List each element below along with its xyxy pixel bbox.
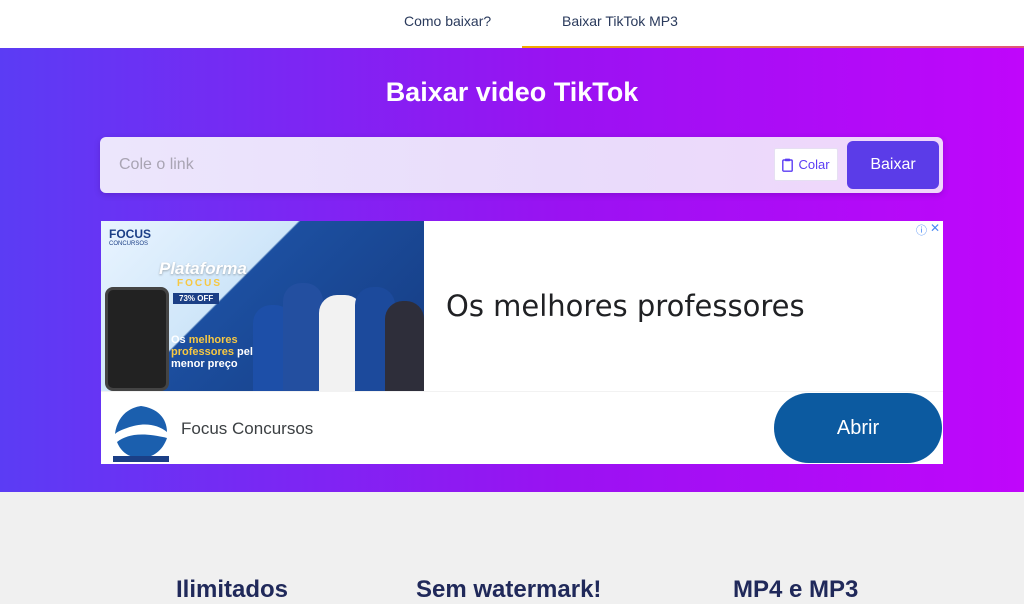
ad-promo-text: Os melhores professores pelo menor preço bbox=[171, 334, 260, 370]
paste-button[interactable]: Colar bbox=[774, 148, 838, 181]
hero-section: Baixar video TikTok Colar Baixar FOCUS C… bbox=[0, 48, 1024, 492]
ad-discount-badge: 73% OFF bbox=[173, 293, 220, 304]
top-navigation: Como baixar? Baixar TikTok MP3 bbox=[0, 0, 1024, 48]
download-button[interactable]: Baixar bbox=[847, 141, 939, 189]
ad-brand-name[interactable]: Focus Concursos bbox=[181, 419, 313, 439]
phone-illustration bbox=[105, 287, 169, 391]
page-title: Baixar video TikTok bbox=[385, 77, 639, 107]
clipboard-icon bbox=[782, 158, 794, 172]
ad-promo-title: Plataforma bbox=[159, 259, 247, 278]
features-section: Ilimitados Sem watermark! MP4 e MP3 bbox=[0, 492, 1024, 603]
teachers-photo bbox=[249, 255, 424, 391]
nav-link-how-to-download[interactable]: Como baixar? bbox=[404, 13, 491, 29]
ad-headline[interactable]: Os melhores professores bbox=[446, 289, 805, 323]
search-box: Colar Baixar bbox=[100, 137, 943, 193]
focus-brand-icon bbox=[113, 406, 169, 462]
paste-label: Colar bbox=[798, 157, 830, 172]
link-input[interactable] bbox=[100, 137, 760, 193]
ad-brand-logo: FOCUS CONCURSOS bbox=[109, 227, 151, 247]
ad-promo-subtitle: FOCUS bbox=[177, 278, 222, 289]
ad-image[interactable]: FOCUS CONCURSOS Plataforma FOCUS 73% OFF… bbox=[101, 221, 424, 391]
info-icon[interactable]: ⓘ bbox=[916, 222, 927, 238]
nav-link-tiktok-mp3[interactable]: Baixar TikTok MP3 bbox=[562, 13, 678, 29]
ad-open-button[interactable]: Abrir bbox=[774, 393, 942, 463]
ad-footer: Focus Concursos Abrir bbox=[101, 391, 943, 464]
close-icon[interactable]: ✕ bbox=[930, 221, 940, 235]
advertisement-banner[interactable]: FOCUS CONCURSOS Plataforma FOCUS 73% OFF… bbox=[101, 221, 943, 464]
